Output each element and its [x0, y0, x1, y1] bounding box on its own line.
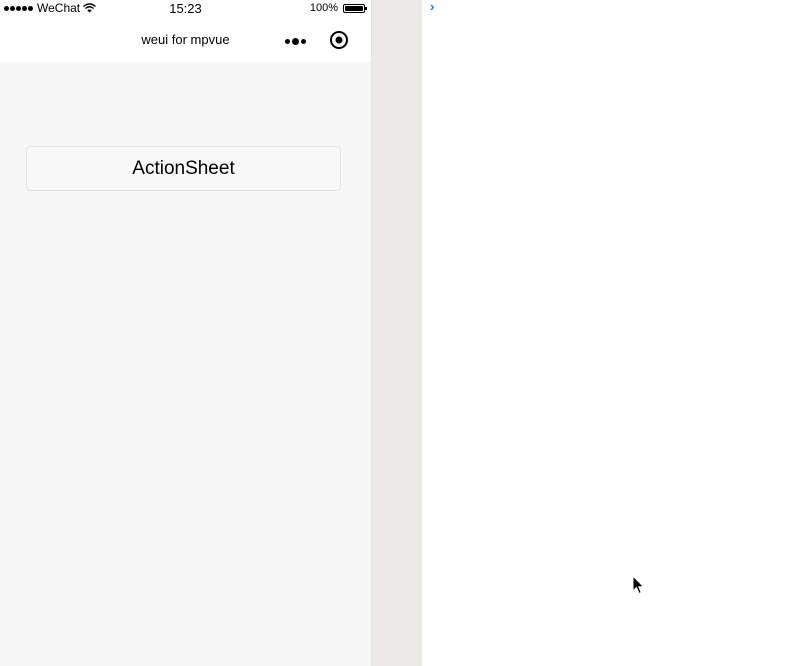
status-bar: WeChat 15:23 100% — [0, 0, 371, 18]
simulator-phone: WeChat 15:23 100% weui for mpvue ActionS… — [0, 0, 371, 666]
nav-title: weui for mpvue — [141, 32, 230, 47]
status-right: 100% — [309, 2, 367, 14]
navigation-bar: weui for mpvue — [0, 18, 371, 62]
battery-icon — [343, 3, 367, 13]
actionsheet-button[interactable]: ActionSheet — [26, 146, 341, 191]
panel-gutter — [371, 0, 422, 666]
mouse-cursor-icon — [632, 575, 645, 595]
console-prompt-icon[interactable]: › — [430, 0, 434, 14]
console-panel[interactable]: › — [422, 0, 803, 666]
capsule-close-icon[interactable] — [329, 30, 349, 50]
battery-percentage: 100% — [309, 2, 338, 14]
page-content: ActionSheet — [0, 62, 371, 666]
more-dots-icon[interactable] — [285, 35, 307, 47]
faint-divider — [765, 140, 766, 640]
